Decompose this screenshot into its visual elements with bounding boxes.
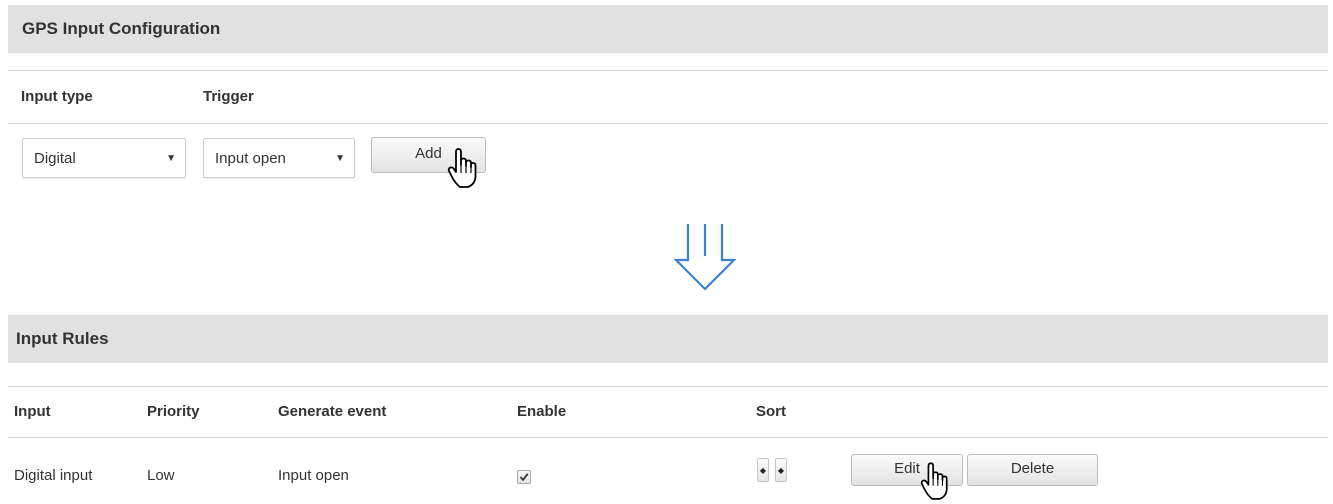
chevron-down-icon: ▼ [166, 152, 176, 164]
column-header-generate-event: Generate event [278, 403, 387, 420]
cell-generate-event: Input open [278, 467, 349, 484]
enable-checkbox[interactable] [517, 470, 531, 484]
column-header-trigger: Trigger [203, 88, 254, 105]
chevron-down-icon: ▼ [335, 152, 345, 164]
trigger-select[interactable]: Input open ▼ [203, 138, 355, 178]
hand-cursor-icon [447, 148, 477, 188]
gps-input-configuration-header: GPS Input Configuration [8, 5, 1328, 53]
input-rules-header: Input Rules [8, 315, 1328, 363]
divider [8, 70, 1328, 71]
section-title: GPS Input Configuration [22, 19, 221, 38]
column-header-sort: Sort [756, 403, 786, 420]
delete-button[interactable]: Delete [967, 454, 1098, 486]
sort-up-button[interactable]: ◆ [757, 458, 769, 482]
trigger-select-value: Input open [215, 149, 286, 167]
cell-input: Digital input [14, 467, 93, 484]
section-title: Input Rules [16, 329, 109, 348]
divider [8, 386, 1328, 387]
sort-down-button[interactable]: ◆ [775, 458, 787, 482]
input-type-select-value: Digital [34, 149, 76, 167]
divider [8, 123, 1328, 124]
sort-arrow-icon: ◆ [759, 465, 767, 475]
column-header-priority: Priority [147, 403, 200, 420]
hand-cursor-icon [920, 462, 948, 500]
cell-priority: Low [147, 467, 175, 484]
column-header-input: Input [14, 403, 51, 420]
input-type-select[interactable]: Digital ▼ [22, 138, 186, 178]
column-header-enable: Enable [517, 403, 567, 420]
divider [8, 437, 1328, 438]
double-down-arrow-icon [674, 224, 736, 291]
column-header-input-type: Input type [21, 88, 93, 105]
check-icon [519, 473, 529, 482]
sort-arrow-icon: ◆ [777, 465, 785, 475]
